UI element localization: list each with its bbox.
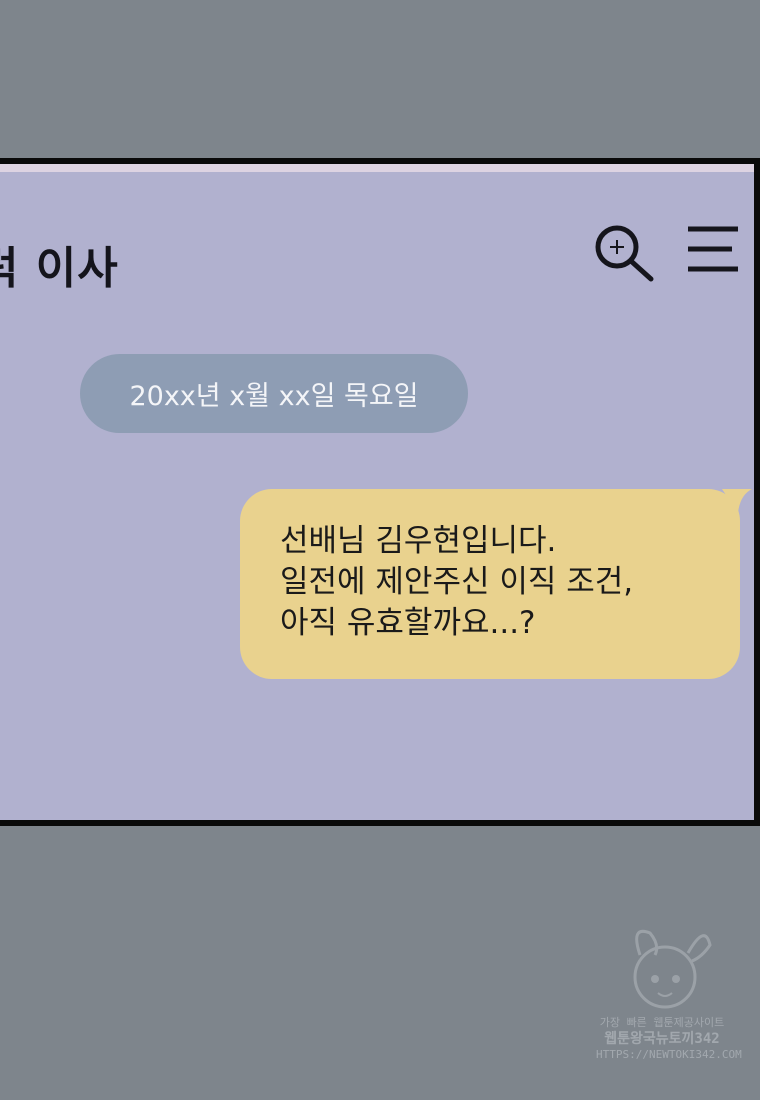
chat-window: 럭 이사 20xx년 x월 xx일 목요일 선배님 김우현입니다. 일전에 제안… xyxy=(0,158,760,826)
watermark-line-1: 가장 빠른 웹툰제공사이트 xyxy=(599,1016,725,1029)
window-top-strip xyxy=(0,164,754,172)
site-watermark: 가장 빠른 웹툰제공사이트 웹툰왕국뉴토끼342 HTTPS://NEWTOKI… xyxy=(596,1016,742,1062)
watermark-line-2: 웹툰왕국뉴토끼342 xyxy=(604,1031,720,1047)
watermark-line-3: HTTPS://NEWTOKI342.COM xyxy=(596,1048,742,1061)
zoom-in-icon xyxy=(595,225,654,282)
date-divider: 20xx년 x월 xx일 목요일 xyxy=(80,354,468,433)
outgoing-message-bubble[interactable]: 선배님 김우현입니다. 일전에 제안주신 이직 조건, 아직 유효할까요...? xyxy=(240,489,752,679)
watermark-mascot-icon xyxy=(633,929,712,1009)
menu-button[interactable] xyxy=(684,224,742,276)
message-text: 선배님 김우현입니다. 일전에 제안주신 이직 조건, 아직 유효할까요...? xyxy=(280,523,634,641)
search-button[interactable] xyxy=(593,222,657,286)
chat-title: 럭 이사 xyxy=(0,243,119,294)
date-divider-label: 20xx년 x월 xx일 목요일 xyxy=(129,381,419,412)
bubble-tail xyxy=(722,489,752,513)
hamburger-menu-icon xyxy=(688,226,738,272)
